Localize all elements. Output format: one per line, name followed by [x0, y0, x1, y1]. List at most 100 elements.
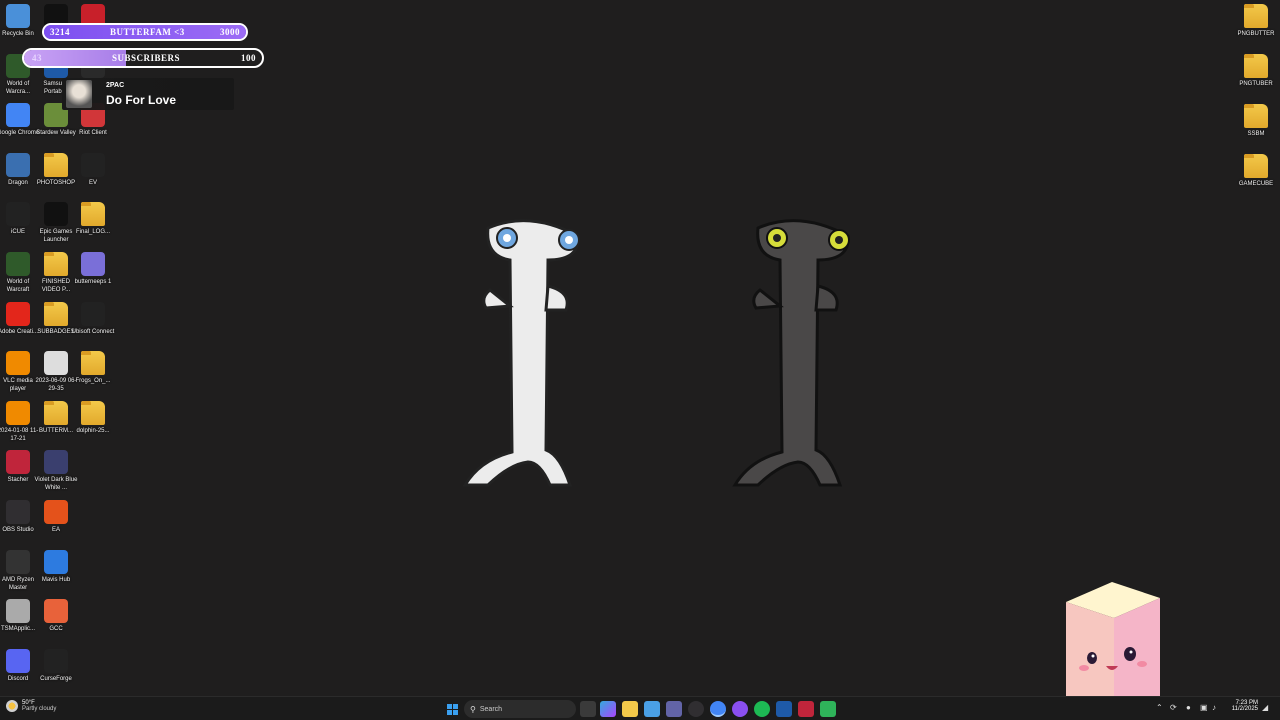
desktop-icon[interactable]: 2024-01-08 11-17-21 — [0, 400, 38, 443]
folder-icon — [44, 400, 68, 425]
clock-date: 11/2/2025 — [1231, 706, 1258, 712]
desktop-icon[interactable]: PHOTOSHOP — [36, 152, 76, 187]
mavis-hub-icon — [44, 549, 68, 574]
sheets-icon[interactable] — [820, 701, 836, 717]
desktop-icon[interactable]: dolphin-25... — [73, 400, 113, 435]
network-icon[interactable]: ▣ — [1200, 703, 1208, 712]
start-button[interactable] — [444, 701, 460, 717]
desktop-icon[interactable]: SSBM — [1236, 104, 1276, 138]
epic-games-icon — [44, 202, 68, 227]
desktop-icon[interactable]: iCUE — [0, 202, 38, 236]
mic-icon[interactable]: ● — [1186, 703, 1191, 712]
desktop-icon[interactable]: OBS Studio — [0, 500, 38, 534]
desktop-icon[interactable]: Stacher — [0, 450, 38, 484]
desktop-icon-label: Final_LOG... — [75, 229, 110, 236]
desktop-icon-label: PNGTUBER — [1239, 81, 1273, 87]
desktop-icon[interactable]: Final_LOG... — [73, 202, 113, 236]
desktop-icon[interactable]: Epic Games Launcher — [36, 202, 76, 244]
copilot-icon[interactable] — [600, 701, 616, 717]
desktop-icon[interactable]: PNGBUTTER — [1236, 4, 1276, 38]
sync-icon[interactable]: ⟳ — [1170, 703, 1177, 712]
chrome-icon — [6, 103, 30, 128]
goal-target: 3000 — [220, 27, 240, 37]
desktop-icon[interactable]: Dragon — [0, 152, 38, 187]
desktop-icon[interactable]: FINISHED VIDEO P... — [36, 252, 76, 294]
wallpaper-creatures — [462, 219, 850, 487]
desktop-icon[interactable]: Adobe Creati... — [0, 301, 38, 336]
goal-current: 3214 — [50, 27, 70, 37]
image-file-icon — [81, 252, 105, 276]
desktop-icon[interactable]: VLC media player — [0, 351, 38, 393]
desktop-icon[interactable]: AMD Ryzen Master — [0, 549, 38, 592]
spotify-icon[interactable] — [754, 701, 770, 717]
desktop-icon[interactable]: Mavis Hub — [36, 549, 76, 584]
app-taskbar-icon[interactable] — [798, 701, 814, 717]
desktop-icon-label: Violet Dark Blue White ... — [34, 477, 78, 492]
folder-icon — [44, 152, 68, 177]
photoshop-taskbar-icon[interactable] — [776, 701, 792, 717]
desktop-icon-label: Frogs_On_... — [75, 378, 111, 385]
adobe-cc-icon — [6, 301, 30, 326]
desktop-icon[interactable]: EV — [73, 152, 113, 187]
stacher-icon — [6, 450, 30, 475]
desktop-icon[interactable]: Frogs_On_... — [73, 351, 113, 385]
taskbar-search[interactable]: ⚲ Search — [464, 700, 576, 718]
obs-taskbar-icon[interactable] — [688, 701, 704, 717]
desktop-icon-label: GAMECUBE — [1238, 181, 1274, 187]
tsm-icon — [6, 599, 30, 624]
taskbar: 50°F Partly cloudy ⚲ Search ⌃ ⟳ ● ▣ ♪ 7:… — [0, 696, 1280, 720]
ev-icon — [81, 152, 105, 177]
desktop-icon[interactable]: World of Warcraft — [0, 252, 38, 294]
butterfam-goal-bar: 3214 BUTTERFAM <3 3000 — [42, 23, 248, 41]
clock[interactable]: 7:23 PM 11/2/2025 — [1226, 700, 1258, 712]
weather-widget[interactable]: 50°F Partly cloudy — [6, 700, 56, 712]
desktop-icon[interactable]: Discord — [0, 648, 38, 683]
folder-icon — [1244, 104, 1268, 128]
desktop-icon-label: butterneeps 1 — [74, 279, 112, 285]
desktop-icon[interactable]: 2023-06-09 06-29-35 — [35, 351, 77, 393]
messenger-icon[interactable] — [732, 701, 748, 717]
volume-icon[interactable]: ♪ — [1212, 703, 1216, 712]
desktop-icon[interactable]: BUTTERM... — [36, 400, 76, 435]
desktop-icon[interactable]: GAMECUBE — [1236, 154, 1276, 188]
desktop-icon[interactable]: Violet Dark Blue White ... — [34, 450, 78, 492]
discord-icon — [6, 648, 30, 673]
sub-current: 43 — [32, 53, 42, 63]
desktop-icon[interactable]: CurseForge — [36, 648, 76, 683]
desktop-icon[interactable]: PNGTUBER — [1236, 54, 1276, 88]
notification-bell-icon[interactable]: ◢ — [1262, 703, 1268, 712]
icue-icon — [6, 202, 30, 227]
file-explorer-icon[interactable] — [622, 701, 638, 717]
desktop-icon[interactable]: Ubisoft Connect — [72, 301, 114, 336]
teams-icon[interactable] — [666, 701, 682, 717]
desktop-icon-label: EA — [51, 527, 60, 533]
sub-title: SUBSCRIBERS — [112, 53, 181, 63]
search-icon: ⚲ — [470, 704, 476, 714]
vlc-icon — [6, 400, 30, 425]
sub-target: 100 — [241, 53, 256, 63]
chrome-taskbar-icon[interactable] — [710, 701, 726, 717]
pngtuber-butter-character — [1066, 582, 1160, 698]
desktop-icon[interactable]: GCC — [36, 599, 76, 633]
folder-icon — [81, 351, 105, 376]
folder-icon — [1244, 4, 1268, 28]
dragon-icon — [6, 152, 30, 177]
store-icon[interactable] — [644, 701, 660, 717]
amd-ryzen-icon — [6, 549, 30, 574]
dark-creature — [732, 219, 850, 487]
desktop-icon[interactable]: butterneeps 1 — [73, 252, 113, 286]
desktop-icon[interactable]: SUBBADGES — [36, 301, 76, 336]
desktop-icon[interactable]: Google Chrome — [0, 103, 39, 137]
now-playing-artist: 2PAC — [106, 82, 125, 89]
folder-icon — [81, 202, 105, 227]
desktop-icon[interactable]: EA — [36, 500, 76, 534]
folder-icon — [44, 301, 68, 326]
desktop-icon[interactable]: Recycle Bin — [0, 4, 38, 38]
curseforge-icon — [44, 648, 68, 673]
folder-icon — [1244, 54, 1268, 78]
world-of-warcraft-icon — [6, 252, 30, 276]
task-view-icon[interactable] — [580, 701, 596, 717]
tray-chevron-icon[interactable]: ⌃ — [1156, 703, 1163, 712]
desktop-icon[interactable]: TSMApplic... — [0, 599, 38, 633]
now-playing-song: Do For Love — [106, 93, 177, 107]
